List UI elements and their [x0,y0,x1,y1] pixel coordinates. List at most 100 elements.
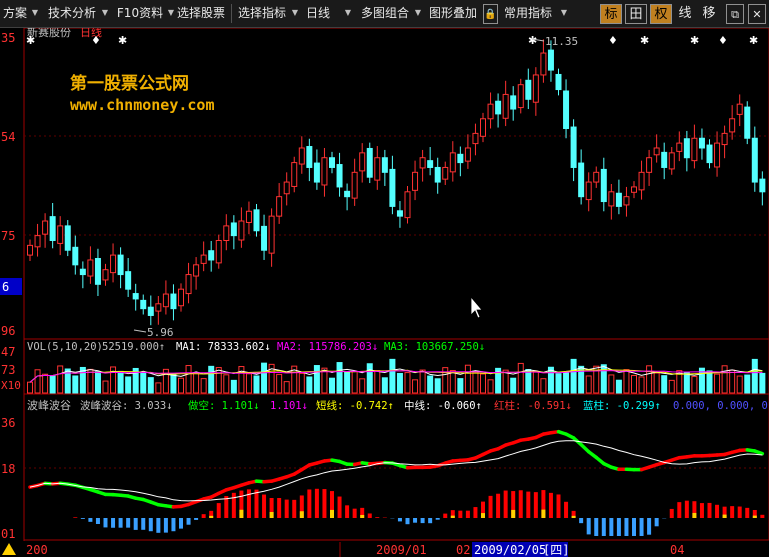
toggle-rights[interactable]: 权 [650,4,672,24]
cursor-weekday: [四] [543,543,569,557]
price-tick: 35 [1,31,15,45]
menu-f10[interactable]: F10资料 [114,3,166,23]
candle-body [721,132,728,146]
vol-tick: X10 [1,379,21,392]
blue-bar [609,518,614,536]
red-bar [224,496,229,518]
candle-body [49,216,56,241]
red-bar [669,508,674,518]
red-bar [458,510,463,518]
menu-overlay[interactable]: 图形叠加 [425,3,481,23]
blue-bar [413,518,418,523]
candle-body [638,171,645,191]
date-label: 04 [670,543,684,557]
menu-daily[interactable]: 日线 [298,3,338,23]
candle-body [563,90,570,130]
vol-value: 52519.000↑ [102,341,165,353]
candle-body [336,164,343,188]
blue-bar [435,518,440,520]
candle-body [125,271,132,290]
candle-body [185,274,192,295]
volume-bar [751,358,758,394]
toggle-move[interactable]: 移 [698,4,720,24]
candle-body [253,209,260,232]
red-bar [73,517,78,518]
menu-fangan[interactable]: 方案 [0,3,30,23]
toggle-label[interactable]: 标 [600,4,622,24]
candle-body [268,215,275,254]
toggle-line[interactable]: 线 [674,4,696,24]
candle-body [540,52,547,76]
volume-bar [140,372,147,394]
red-bar [533,492,538,518]
blue-bar [654,518,659,527]
red-bar [677,502,682,518]
event-marker-icon: ✱ [690,34,699,47]
watermark-url: www.chnmoney.com [70,96,215,114]
volume-bar [683,372,690,394]
candle-body [298,147,305,165]
blue-bar [624,518,629,536]
blue-bar [126,518,131,528]
menu-select-stock[interactable]: 选择股票 [173,3,229,23]
candle-body [34,235,41,248]
chevron-down-icon[interactable]: ▼ [413,3,423,23]
volume-bar [646,365,653,394]
candle-body [555,73,562,91]
candle-body [457,153,464,164]
volume-bar [517,362,524,394]
volume-bar [238,366,245,394]
chevron-down-icon[interactable]: ▼ [343,3,353,23]
menu-multi-chart[interactable]: 多图组合 [357,3,413,23]
candle-body [389,168,396,207]
volume-bar [359,378,366,394]
blue-bar [179,518,183,529]
indicator-zeros: 0.000, 0.000, 0.0 [673,400,769,412]
candle-body [72,246,79,266]
candle-body [412,171,419,191]
volume-bar [472,370,479,394]
vol-ma1-line [29,365,763,383]
yellow-bar [692,512,697,518]
blue-bar [420,518,425,524]
candle-body [200,254,207,264]
candle-body [623,196,630,206]
volume-bar [230,379,237,394]
menu-tech-analysis[interactable]: 技术分析 [44,3,100,23]
volume-bar [653,372,660,394]
candle-body [306,146,313,168]
candle-body [351,171,358,199]
yellow-bar [450,515,455,518]
indicator-duanxian: 短线: -0.742↑ [316,399,394,412]
chevron-down-icon[interactable]: ▼ [559,3,569,23]
yellow-bar [209,515,214,518]
close-icon[interactable]: ✕ [748,4,766,24]
candle-body [193,264,200,277]
blue-bar [616,518,621,536]
divider [231,4,232,23]
blue-bar [103,518,108,528]
candle-body [608,191,615,207]
candle-body [668,152,675,170]
red-bar [465,510,470,518]
chevron-down-icon[interactable]: ▼ [100,3,110,23]
candle-body [57,225,64,244]
volume-bar [102,380,109,394]
volume-bar [540,378,547,394]
volume-bar [276,373,283,394]
restore-icon[interactable]: ⧉ [726,4,744,24]
candle-body [79,268,86,276]
red-bar [473,507,478,518]
chevron-down-icon[interactable]: ▼ [30,3,40,23]
menu-select-indicator[interactable]: 选择指标 [234,3,290,23]
candle-body [449,152,456,173]
toggle-grid[interactable]: 田 [625,4,647,24]
volume-bar [223,374,230,394]
blue-bar [111,518,116,528]
lock-icon[interactable]: 🔒 [483,4,498,24]
candle-body [683,138,690,159]
volume-bar [200,378,207,394]
volume-bar [34,369,41,394]
menu-common-indicators[interactable]: 常用指标 [500,3,556,23]
candle-body [42,220,49,235]
